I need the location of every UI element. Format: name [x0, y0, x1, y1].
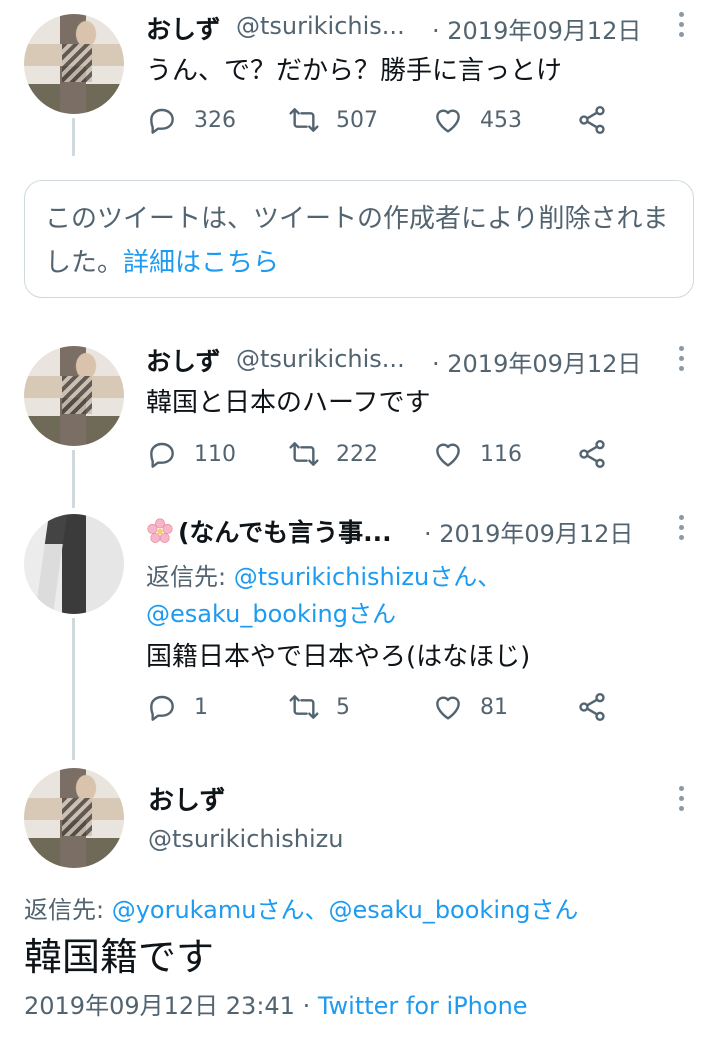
mention-link[interactable]: @yorukamuさん、 [112, 896, 329, 924]
retweet-count: 222 [336, 441, 378, 467]
author-handle[interactable]: @tsurikichishizu [148, 825, 344, 853]
author-name[interactable]: おしず [148, 780, 225, 817]
retweet-button[interactable]: 5 [288, 690, 350, 724]
like-count: 81 [480, 694, 508, 720]
share-icon [579, 693, 605, 721]
tweet-timestamp[interactable]: 2019年09月12日 23:41 · [24, 992, 318, 1020]
retweet-button[interactable]: 222 [288, 437, 378, 471]
reply-count: 110 [194, 441, 236, 467]
details-link[interactable]: 詳細はこちら [123, 248, 279, 278]
author-name[interactable]: おしず [146, 10, 221, 46]
share-button[interactable] [576, 690, 624, 724]
reply-count: 326 [194, 107, 236, 133]
like-count: 453 [480, 107, 522, 133]
mention-link[interactable]: @tsurikichishizuさん、 [234, 563, 502, 591]
more-icon[interactable] [679, 786, 685, 812]
author-name[interactable]: (なんでも言う事... [146, 513, 392, 549]
tweet-text: 韓国と日本のハーフです [146, 388, 431, 418]
deleted-tweet-notice: このツイートは、ツイートの作成者により削除されました。詳細はこちら [24, 180, 694, 298]
more-icon[interactable] [679, 346, 685, 372]
tweet-meta: 2019年09月12日 23:41 · Twitter for iPhone [24, 986, 528, 1021]
author-handle[interactable]: @tsurikichis... [236, 345, 405, 373]
share-icon [579, 440, 605, 468]
tweet-date[interactable]: · 2019年09月12日 [424, 514, 633, 549]
retweet-count: 507 [336, 107, 378, 133]
retweet-icon [289, 108, 319, 132]
reply-button[interactable]: 1 [146, 690, 208, 724]
author-name-text: (なんでも言う事... [178, 518, 392, 547]
reply-icon [150, 442, 174, 468]
more-icon[interactable] [679, 12, 685, 38]
avatar[interactable] [24, 14, 124, 114]
avatar[interactable] [24, 514, 124, 614]
like-button[interactable]: 81 [432, 690, 508, 724]
mention-link[interactable]: @esaku_bookingさん [328, 896, 578, 924]
author-handle[interactable]: @tsurikichis... [236, 12, 405, 40]
like-icon [436, 109, 460, 133]
share-button[interactable] [576, 103, 624, 137]
reply-button[interactable]: 326 [146, 103, 236, 137]
like-count: 116 [480, 441, 522, 467]
reply-to-label: 返信先: [24, 896, 112, 924]
reply-to: 返信先: @yorukamuさん、@esaku_bookingさん [24, 890, 578, 925]
tweet-text: 国籍日本やで日本やろ(はなほじ) [146, 642, 531, 672]
avatar[interactable] [24, 346, 124, 446]
reply-to-label: 返信先: [146, 563, 234, 591]
retweet-icon [289, 442, 319, 466]
tweet-date[interactable]: · 2019年09月12日 [432, 11, 641, 46]
avatar[interactable] [24, 768, 124, 868]
share-button[interactable] [576, 437, 624, 471]
tweet-date[interactable]: · 2019年09月12日 [432, 344, 641, 379]
author-name[interactable]: おしず [146, 342, 221, 378]
thread-line [72, 618, 75, 760]
share-icon [579, 106, 605, 134]
tweet-text: うん、で？だから？勝手に言っとけ [146, 56, 563, 86]
more-icon[interactable] [679, 515, 685, 541]
cherry-blossom-icon [147, 518, 173, 544]
like-button[interactable]: 453 [432, 103, 522, 137]
like-button[interactable]: 116 [432, 437, 522, 471]
reply-count: 1 [194, 694, 208, 720]
mention-link[interactable]: @esaku_bookingさん [146, 600, 396, 628]
client-link[interactable]: Twitter for iPhone [318, 992, 528, 1020]
thread-line [72, 118, 75, 156]
like-icon [436, 696, 460, 720]
reply-to-continued: @esaku_bookingさん [146, 594, 396, 629]
like-icon [436, 443, 460, 467]
reply-to: 返信先: @tsurikichishizuさん、 [146, 557, 501, 592]
reply-button[interactable]: 110 [146, 437, 236, 471]
main-tweet-text: 韓国籍です [24, 935, 215, 979]
retweet-count: 5 [336, 694, 350, 720]
thread-line [72, 450, 75, 508]
retweet-icon [289, 695, 319, 719]
reply-icon [150, 108, 174, 134]
reply-icon [150, 695, 174, 721]
retweet-button[interactable]: 507 [288, 103, 378, 137]
